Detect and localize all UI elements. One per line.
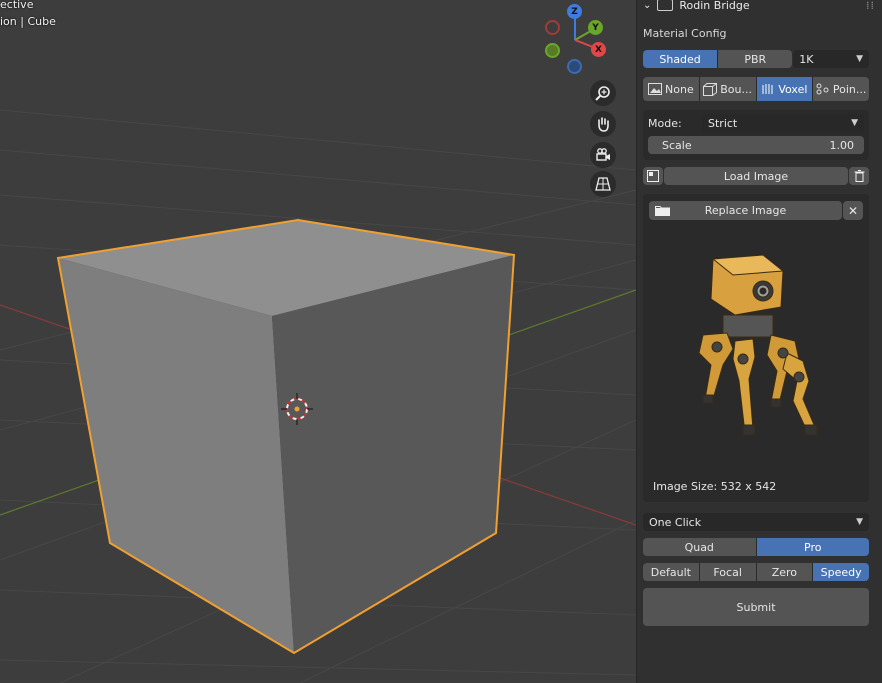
scale-value: 1.00 bbox=[829, 138, 855, 152]
tier-pro[interactable]: Pro bbox=[756, 538, 869, 556]
gizmo-z-icon[interactable]: Z bbox=[567, 4, 582, 19]
mode-value: Strict bbox=[708, 116, 738, 130]
condition-mode-row: None Bou... Voxel Poin... bbox=[643, 77, 869, 101]
generate-mode-dropdown[interactable]: One Click ▼ bbox=[643, 513, 869, 531]
collapse-chevron-icon[interactable]: ⌄ bbox=[643, 0, 651, 11]
condition-mode-none-label: None bbox=[665, 82, 694, 96]
quality-zero[interactable]: Zero bbox=[756, 563, 814, 581]
plugin-icon bbox=[657, 0, 674, 11]
hand-pan-icon[interactable] bbox=[590, 111, 616, 137]
replace-image-row: Replace Image ✕ bbox=[649, 201, 863, 220]
chevron-down-icon: ▼ bbox=[851, 118, 858, 128]
quality-focal[interactable]: Focal bbox=[699, 563, 757, 581]
zoom-icon[interactable] bbox=[590, 80, 616, 106]
image-icon bbox=[648, 83, 663, 95]
bbox-icon bbox=[703, 82, 718, 96]
condition-mode-voxel-label: Voxel bbox=[778, 82, 808, 96]
panel-title: Rodin Bridge bbox=[679, 0, 750, 12]
viewport-scene bbox=[0, 109, 636, 683]
trash-icon[interactable] bbox=[849, 167, 869, 185]
chevron-down-icon: ▼ bbox=[856, 517, 863, 527]
load-image-button[interactable]: Load Image bbox=[664, 167, 848, 185]
resolution-dropdown[interactable]: 1K ▼ bbox=[793, 50, 869, 68]
condition-mode-bbox-label: Bou... bbox=[720, 82, 752, 96]
condition-mode-bbox[interactable]: Bou... bbox=[699, 77, 757, 101]
replace-image-button[interactable]: Replace Image bbox=[649, 201, 842, 220]
condition-mode-none[interactable]: None bbox=[643, 77, 700, 101]
replace-image-label: Replace Image bbox=[704, 204, 787, 217]
drag-handle-icon[interactable]: ⁞⁞ bbox=[866, 0, 875, 12]
robot-preview-image bbox=[698, 254, 818, 436]
tier-quad[interactable]: Quad bbox=[643, 538, 757, 556]
chevron-down-icon: ▼ bbox=[856, 54, 863, 64]
active-object-label: ion | Cube bbox=[0, 15, 56, 28]
gizmo-neg-y-icon[interactable] bbox=[545, 43, 560, 58]
voxel-icon bbox=[762, 84, 773, 94]
panel-header[interactable]: ⌄ Rodin Bridge ⁞⁞ bbox=[643, 0, 875, 13]
image-icon[interactable] bbox=[643, 167, 663, 185]
3d-viewport[interactable]: ective ion | Cube Z Y X bbox=[0, 0, 636, 683]
camera-icon[interactable] bbox=[590, 142, 616, 168]
quality-speedy[interactable]: Speedy bbox=[813, 563, 869, 581]
points-icon bbox=[816, 83, 829, 95]
gizmo-x-icon[interactable]: X bbox=[591, 42, 606, 57]
material-mode-shaded[interactable]: Shaded bbox=[643, 50, 719, 68]
condition-mode-points[interactable]: Poin... bbox=[813, 77, 869, 101]
tier-row: Quad Pro bbox=[643, 538, 869, 556]
image-size-label: Image Size: 532 x 542 bbox=[653, 480, 777, 493]
generate-mode-value: One Click bbox=[649, 515, 702, 529]
load-image-row: Load Image bbox=[643, 167, 869, 186]
view-mode-label: ective bbox=[0, 0, 34, 11]
scale-label: Scale bbox=[662, 138, 692, 152]
submit-button[interactable]: Submit bbox=[643, 588, 869, 626]
resolution-value: 1K bbox=[799, 52, 814, 66]
gizmo-neg-x-icon[interactable] bbox=[545, 20, 560, 35]
voxel-settings-box: Mode: Strict ▼ Scale 1.00 bbox=[643, 110, 869, 160]
grid-perspective-icon[interactable] bbox=[590, 171, 616, 197]
quality-row: Default Focal Zero Speedy bbox=[643, 563, 869, 581]
condition-mode-toggle: None Bou... Voxel Poin... bbox=[643, 77, 869, 101]
condition-mode-voxel[interactable]: Voxel bbox=[756, 77, 814, 101]
close-icon[interactable]: ✕ bbox=[843, 201, 863, 220]
tier-toggle: Quad Pro bbox=[643, 538, 869, 556]
image-preview-box: Replace Image ✕ Image Size: 532 x 542 bbox=[643, 194, 869, 502]
gizmo-neg-z-icon[interactable] bbox=[567, 59, 582, 74]
scale-slider[interactable]: Scale 1.00 bbox=[648, 136, 864, 154]
quality-toggle: Default Focal Zero Speedy bbox=[643, 563, 869, 581]
mode-label: Mode: bbox=[648, 117, 682, 130]
section-title: Material Config bbox=[643, 27, 727, 40]
generate-mode-row: One Click ▼ bbox=[643, 513, 869, 531]
material-config-row: Shaded PBR 1K ▼ bbox=[643, 50, 869, 68]
condition-mode-points-label: Poin... bbox=[832, 82, 867, 96]
material-mode-toggle: Shaded PBR bbox=[643, 50, 793, 68]
gizmo-y-icon[interactable]: Y bbox=[588, 20, 603, 35]
material-mode-pbr[interactable]: PBR bbox=[718, 50, 793, 68]
rodin-sidebar-panel: ⌄ Rodin Bridge ⁞⁞ Material Config Shaded… bbox=[636, 0, 882, 683]
quality-default[interactable]: Default bbox=[643, 563, 700, 581]
mode-dropdown[interactable]: Strict ▼ bbox=[702, 114, 864, 132]
folder-icon bbox=[655, 206, 670, 216]
